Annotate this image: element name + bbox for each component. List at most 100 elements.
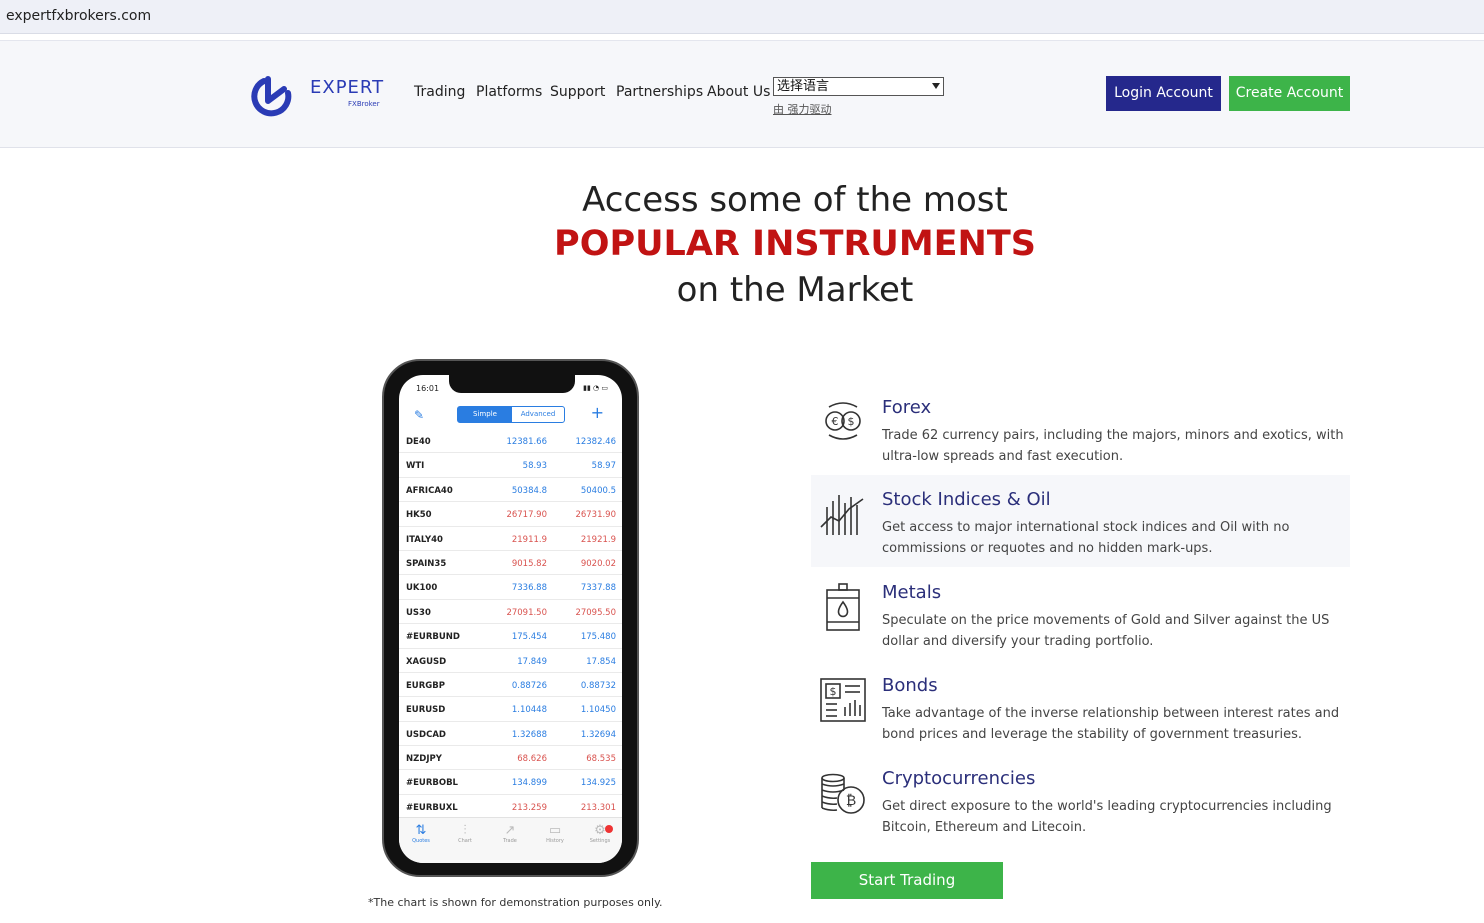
- quote-ask: 17.854: [586, 656, 616, 667]
- browser-address-bar[interactable]: expertfxbrokers.com: [0, 0, 1484, 34]
- quote-symbol: WTI: [406, 461, 425, 472]
- nav-trading[interactable]: Trading: [414, 84, 465, 100]
- quote-row: NZDJPY 68.626 68.535: [399, 746, 622, 771]
- quote-row: WTI 58.93 58.97: [399, 453, 622, 478]
- language-select[interactable]: 选择语言: [773, 77, 944, 96]
- feature-cryptocurrencies: ₿ Cryptocurrencies Get direct exposure t…: [811, 754, 1350, 846]
- feature-title: Metals: [882, 582, 942, 603]
- quote-bid: 213.259: [511, 802, 547, 813]
- hero-heading-highlight: POPULAR INSTRUMENTS: [554, 224, 1036, 264]
- chart-disclaimer: *The chart is shown for demonstration pu…: [368, 896, 663, 909]
- phone-tab-chart: ⫶ Chart: [445, 823, 485, 844]
- quote-bid: 12381.66: [506, 437, 547, 447]
- quote-row: SPAIN35 9015.82 9020.02: [399, 551, 622, 576]
- quote-ask: 58.97: [591, 461, 616, 472]
- phone-tab-bar: ⇅ Quotes ⫶ Chart ↗ Trade ▭ History ⚙ Settings: [399, 817, 622, 863]
- feature-bonds: $ Bonds Take advantage of the inverse re…: [811, 661, 1350, 753]
- quote-symbol: ITALY40: [406, 534, 443, 545]
- logo-wordmark: EXPERT: [310, 77, 385, 98]
- feature-description: Take advantage of the inverse relationsh…: [882, 706, 1340, 742]
- feature-title: Stock Indices & Oil: [882, 489, 1051, 510]
- quote-bid: 1.10448: [511, 705, 547, 716]
- quote-row: #EURBOBL 134.899 134.925: [399, 770, 622, 795]
- quote-symbol: DE40: [406, 437, 431, 447]
- quote-symbol: #EURBUND: [406, 632, 460, 643]
- quote-symbol: AFRICA40: [406, 485, 453, 496]
- bitcoin-coins-icon: ₿: [821, 773, 865, 814]
- currency-exchange-icon: € $: [825, 402, 861, 440]
- svg-text:₿: ₿: [846, 793, 856, 809]
- create-account-button[interactable]: Create Account: [1229, 76, 1350, 111]
- quote-symbol: UK100: [406, 583, 438, 594]
- feature-title: Bonds: [882, 675, 938, 696]
- quote-ask: 26731.90: [575, 510, 616, 521]
- quote-ask: 12382.46: [575, 437, 616, 447]
- quote-symbol: US30: [406, 607, 431, 618]
- quote-bid: 68.626: [517, 754, 547, 765]
- quote-row: HK50 26717.90 26731.90: [399, 502, 622, 527]
- logo-subtitle: FXBroker: [348, 100, 380, 108]
- quote-row: EURGBP 0.88726 0.88732: [399, 673, 622, 698]
- nav-partnerships[interactable]: Partnerships: [616, 84, 703, 100]
- feature-stock-indices-oil: Stock Indices & Oil Get access to major …: [811, 475, 1350, 567]
- inbox-icon: ▭: [548, 823, 562, 838]
- nav-platforms[interactable]: Platforms: [476, 84, 542, 100]
- quote-symbol: HK50: [406, 510, 432, 521]
- quote-symbol: NZDJPY: [406, 754, 442, 765]
- phone-tab-label: Trade: [503, 838, 517, 844]
- quote-bid: 17.849: [517, 656, 547, 667]
- svg-text:€: €: [832, 415, 839, 428]
- quote-ask: 50400.5: [580, 485, 616, 496]
- login-account-button[interactable]: Login Account: [1106, 76, 1221, 111]
- feature-metals: Metals Speculate on the price movements …: [811, 568, 1350, 660]
- phone-tab-trade: ↗ Trade: [490, 823, 530, 844]
- start-trading-button[interactable]: Start Trading: [811, 862, 1003, 899]
- quote-ask: 213.301: [580, 802, 616, 813]
- phone-tab-label: Settings: [589, 838, 611, 844]
- quote-symbol: SPAIN35: [406, 558, 447, 569]
- segment-simple: Simple: [458, 407, 512, 422]
- quote-row: AFRICA40 50384.8 50400.5: [399, 478, 622, 503]
- signal-battery-icon: ▮▮ ◔ ▭: [583, 384, 608, 392]
- feature-description: Trade 62 currency pairs, including the m…: [882, 428, 1344, 464]
- quote-symbol: EURGBP: [406, 680, 445, 691]
- quotes-icon: ⇅: [415, 823, 427, 838]
- quote-row: #EURBUND 175.454 175.480: [399, 624, 622, 649]
- quote-symbol: #EURBOBL: [406, 778, 458, 789]
- powered-by-link[interactable]: 由 强力驱动: [773, 101, 832, 117]
- quote-bid: 1.32688: [511, 729, 547, 740]
- quote-row: DE40 12381.66 12382.46: [399, 429, 622, 454]
- quote-ask: 21921.9: [580, 534, 616, 545]
- quote-symbol: EURUSD: [406, 705, 446, 716]
- quote-ask: 134.925: [580, 778, 616, 789]
- svg-text:$: $: [848, 415, 855, 428]
- quote-bid: 58.93: [522, 461, 547, 472]
- quote-symbol: XAGUSD: [406, 656, 447, 667]
- phone-tab-history: ▭ History: [535, 823, 575, 844]
- nav-support[interactable]: Support: [550, 84, 605, 100]
- hero-heading-line1: Access some of the most: [582, 180, 1008, 220]
- feature-description: Get direct exposure to the world's leadi…: [882, 799, 1332, 835]
- site-logo[interactable]: EXPERT FXBroker: [250, 73, 390, 119]
- candlestick-icon: ⫶: [463, 823, 467, 838]
- quote-row: EURUSD 1.10448 1.10450: [399, 697, 622, 722]
- feature-description: Get access to major international stock …: [882, 520, 1290, 556]
- phone-tab-settings: ⚙ Settings: [580, 823, 620, 844]
- quote-row: USDCAD 1.32688 1.32694: [399, 722, 622, 747]
- chevron-down-icon: [932, 83, 940, 89]
- quote-bid: 26717.90: [506, 510, 547, 521]
- plus-icon: +: [590, 403, 604, 422]
- address-url[interactable]: expertfxbrokers.com: [6, 8, 151, 24]
- quote-bid: 50384.8: [511, 485, 547, 496]
- quote-symbol: #EURBUXL: [406, 802, 458, 813]
- phone-time: 16:01: [416, 384, 440, 393]
- simple-advanced-toggle: Simple Advanced: [457, 406, 565, 423]
- quote-bid: 27091.50: [506, 607, 547, 618]
- quote-row: UK100 7336.88 7337.88: [399, 575, 622, 600]
- quote-ask: 27095.50: [575, 607, 616, 618]
- phone-tab-label: History: [546, 838, 564, 844]
- quote-bid: 0.88726: [511, 680, 547, 691]
- nav-about-us[interactable]: About Us: [707, 84, 770, 100]
- quote-ask: 68.535: [586, 754, 616, 765]
- phone-screen: 16:01 ▮▮ ◔ ▭ ✎ Simple Advanced + DE40 123…: [399, 375, 622, 863]
